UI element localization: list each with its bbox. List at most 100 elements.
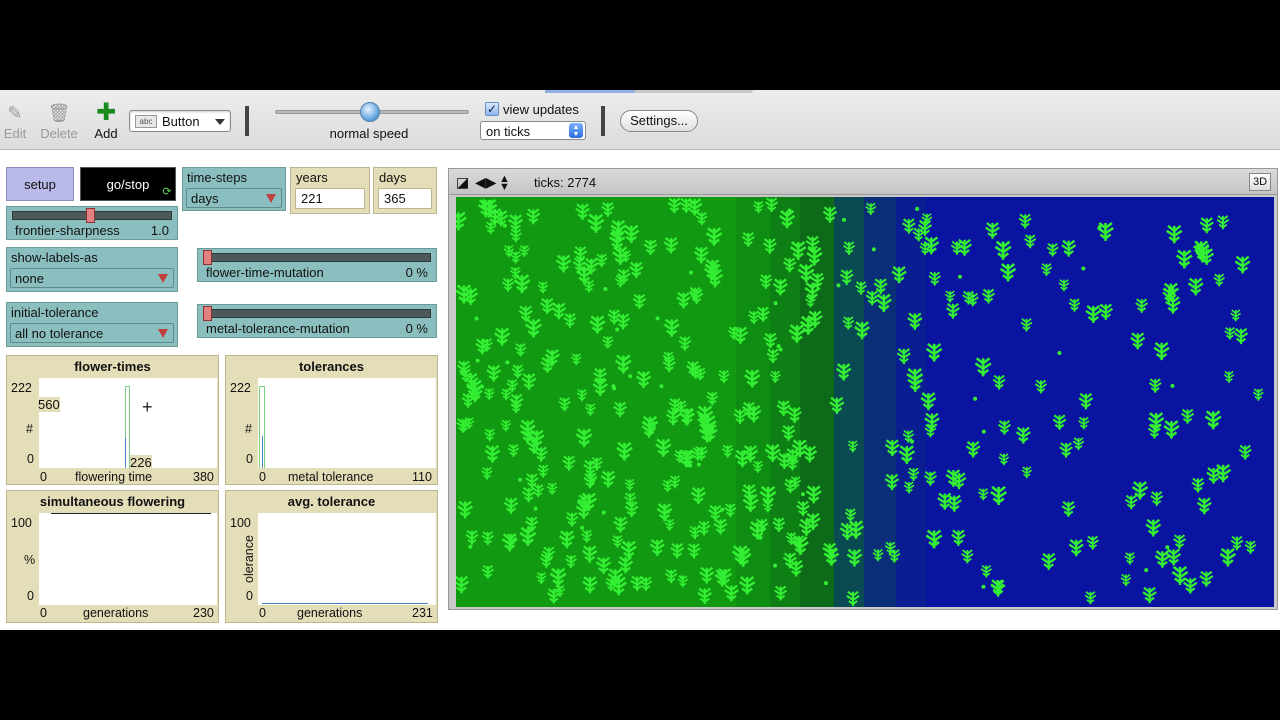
chooser-value-box[interactable]: none [10,268,174,288]
slider-knob[interactable] [203,306,212,321]
metal-tolerance-mutation-slider[interactable]: metal-tolerance-mutation 0 % [197,304,437,338]
seed-turtle [841,217,846,222]
add-button[interactable]: ✚ Add [81,101,131,142]
seed-turtle [474,316,479,321]
seed-turtle [502,223,507,228]
seed-turtle [696,462,701,467]
seed-turtle [612,386,617,391]
x-max-label: 231 [412,606,433,620]
seed-turtle [973,396,978,401]
x-min-label: 0 [259,606,266,620]
flower-times-plot: flower-times + 560 226 222 0 # 0 floweri… [6,355,219,485]
slider-track[interactable] [203,309,431,318]
seed-turtle [505,360,510,365]
seed-turtle [601,510,606,515]
interface-panel: setup go/stop ⟳ time-steps days years 22… [0,150,1280,630]
seed-turtle [688,463,693,468]
y-min-label: 0 [27,452,34,466]
seed-turtle [533,506,538,511]
plot-area[interactable] [258,378,436,468]
chooser-value-box[interactable]: all no tolerance [10,323,174,343]
seed-turtle [800,492,805,497]
days-monitor: days 365 [373,167,437,214]
chevron-down-icon [215,119,225,125]
widget-type-value: Button [162,114,200,129]
monitor-label: years [296,170,328,185]
toolbar-divider [245,106,249,136]
y-min-label: 0 [246,589,253,603]
time-steps-chooser[interactable]: time-steps days [182,167,286,211]
3d-view-button[interactable]: 3D [1249,173,1271,191]
y-axis-label: # [26,422,33,436]
tolerances-plot: tolerances 222 0 # 0 metal tolerance 110 [225,355,438,485]
y-max-label: 100 [11,516,32,530]
seed-turtle [617,236,622,241]
seed-turtle [615,327,620,332]
forever-icon: ⟳ [162,186,172,198]
vertical-arrows-icon[interactable]: ▲ ▼ [499,174,510,193]
show-labels-as-chooser[interactable]: show-labels-as none [6,247,178,292]
stepper-arrows-icon: ▲ ▼ [569,123,583,138]
slider-value: 1.0 [150,223,169,238]
frontier-sharpness-slider[interactable]: frontier-sharpness 1.0 [6,206,178,240]
x-axis-label: flowering time [75,470,153,484]
plot-title: avg. tolerance [287,494,376,509]
y-min-label: 0 [246,452,253,466]
plot-area[interactable] [258,513,436,605]
go-stop-button[interactable]: go/stop ⟳ [80,167,176,201]
chooser-value: all no tolerance [15,326,104,341]
seed-turtle [758,535,763,540]
toolbar: ✎ Edit 🗑 Delete ✚ Add abc Button normal … [0,90,1280,150]
speed-slider-knob[interactable] [360,102,381,122]
slider-knob[interactable] [203,250,212,265]
y-max-label: 222 [11,381,32,395]
delete-button[interactable]: 🗑 Delete [34,102,84,141]
avg-tolerance-plot: avg. tolerance 100 0 olerance 0 generati… [225,490,438,623]
x-min-label: 0 [259,470,266,484]
seed-turtle [871,247,876,252]
x-max-label: 230 [193,606,214,620]
flower-time-mutation-slider[interactable]: flower-time-mutation 0 % [197,248,437,282]
plot-title: flower-times [74,359,151,374]
seed-turtle [932,539,937,544]
seed-turtle [679,575,684,580]
settings-button[interactable]: Settings... [620,110,698,132]
widget-type-select[interactable]: abc Button [129,110,231,132]
dropdown-triangle-icon [158,274,168,283]
slider-label: metal-tolerance-mutation [206,321,350,336]
chooser-label: time-steps [187,170,247,185]
x-max-label: 110 [412,470,432,484]
seed-turtle [1170,383,1175,388]
plot-title: tolerances [298,359,365,374]
world-canvas[interactable] [456,197,1274,607]
x-min-label: 0 [40,470,47,484]
slider-value: 0 % [405,265,428,280]
plot-area[interactable]: + [39,378,217,468]
crosshair-cursor-icon: + [142,397,153,417]
update-mode-select[interactable]: on ticks ▲ ▼ [480,121,586,140]
seed-turtle [1144,568,1149,573]
seed-turtle [689,270,694,275]
horizontal-arrows-icon[interactable]: ◀▶ [475,174,497,190]
chooser-value-box[interactable]: days [186,188,282,208]
patch-band [896,197,926,607]
ticks-counter: ticks: 2774 [534,175,597,190]
plot-title: simultaneous flowering [39,494,186,509]
initial-tolerance-chooser[interactable]: initial-tolerance all no tolerance [6,302,178,347]
seed-turtle [773,563,778,568]
world-view: ◪ ◀▶ ▲ ▼ ticks: 2774 3D [448,168,1278,610]
slider-track[interactable] [203,253,431,262]
plot-area[interactable] [39,513,217,605]
slider-knob[interactable] [86,208,95,223]
histogram-bar [125,438,126,468]
trash-icon: 🗑 [47,103,71,123]
plot-line [262,603,428,604]
view-updates-checkbox[interactable]: ✓ [485,102,499,116]
view-control-bar: ◪ ◀▶ ▲ ▼ ticks: 2774 3D [449,169,1277,195]
monitor-label: days [379,170,407,185]
simultaneous-flowering-plot: simultaneous flowering 100 0 % 0 generat… [6,490,219,623]
resize-view-icon[interactable]: ◪ [456,174,469,190]
dropdown-triangle-icon [266,194,276,203]
y-max-label: 100 [230,516,251,530]
setup-button[interactable]: setup [6,167,74,201]
